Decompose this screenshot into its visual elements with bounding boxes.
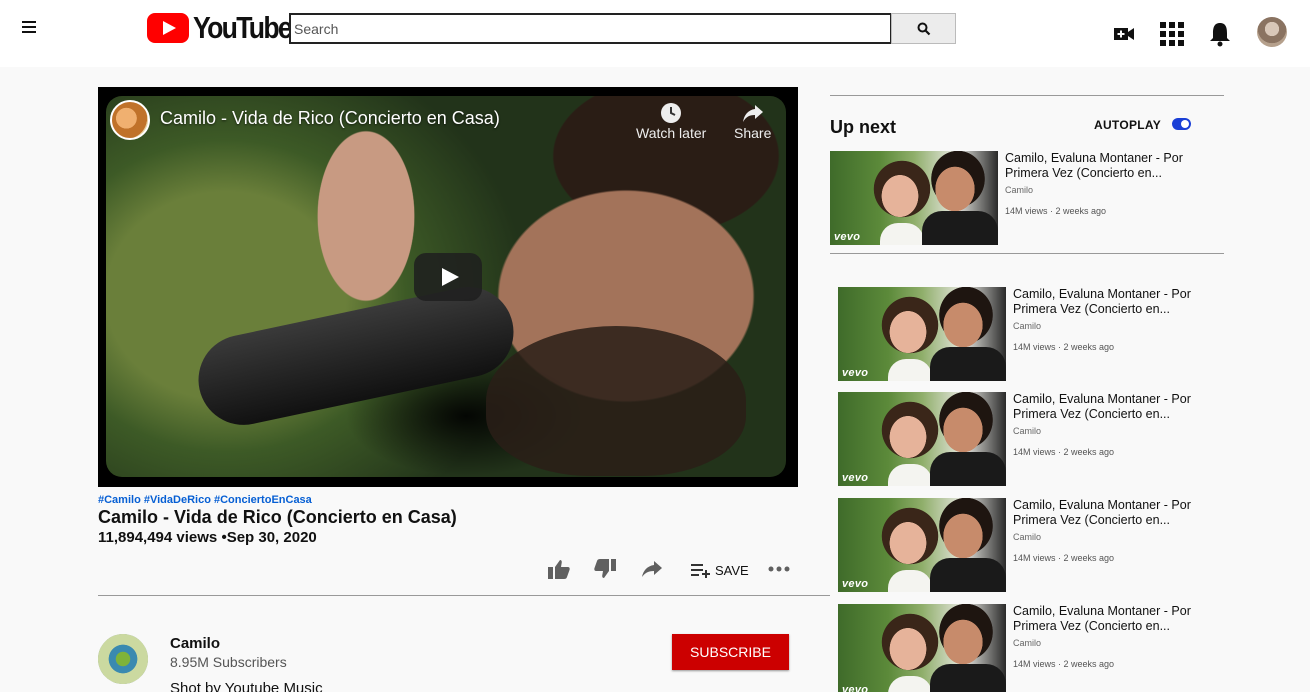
- play-icon[interactable]: [414, 253, 482, 301]
- channel-name[interactable]: Camilo: [170, 635, 220, 652]
- autoplay-label: AUTOPLAY: [1094, 118, 1162, 132]
- share-arrow-icon: [642, 561, 662, 577]
- video-description: Shot by Youtube Music: [170, 680, 323, 692]
- autoplay-toggle[interactable]: [1172, 118, 1191, 130]
- vevo-badge: vevo: [842, 578, 869, 590]
- share-arrow-icon: [742, 105, 763, 122]
- video-thumbnail[interactable]: vevo: [838, 392, 1006, 486]
- video-card-title[interactable]: Camilo, Evaluna Montaner - Por Primera V…: [1013, 604, 1213, 634]
- vevo-badge: vevo: [842, 367, 869, 379]
- video-frame-detail: [486, 326, 746, 476]
- vevo-badge: vevo: [842, 684, 869, 692]
- hashtag-link[interactable]: #VidaDeRico: [144, 494, 211, 506]
- playlist-add-icon: [691, 564, 710, 578]
- video-thumbnail[interactable]: vevo: [830, 151, 998, 245]
- video-card-meta: 14M views · 2 weeks ago: [1013, 447, 1115, 457]
- thumbs-up-icon: [548, 560, 570, 579]
- video-card-meta: 14M views · 2 weeks ago: [1013, 659, 1115, 669]
- video-thumbnail[interactable]: vevo: [838, 498, 1006, 592]
- subscribe-button[interactable]: SUBSCRIBE: [672, 634, 789, 670]
- search-button[interactable]: [891, 13, 956, 44]
- video-card-meta: 14M views · 2 weeks ago: [1013, 342, 1115, 352]
- clock-icon: [661, 103, 682, 123]
- search-icon: [917, 22, 930, 35]
- video-card-channel[interactable]: Camilo: [1013, 321, 1041, 331]
- up-next-heading: Up next: [830, 117, 897, 137]
- view-count-date: 11,894,494 views •Sep 30, 2020: [98, 529, 317, 546]
- user-avatar[interactable]: [1257, 17, 1287, 47]
- hashtags: #Camilo #VidaDeRico #ConciertoEnCasa: [98, 494, 312, 506]
- like-button[interactable]: [548, 559, 570, 579]
- share-action-button[interactable]: [641, 560, 663, 578]
- list-item[interactable]: vevo Camilo, Evaluna Montaner - Por Prim…: [838, 287, 1224, 381]
- divider: [830, 253, 1224, 254]
- vevo-badge: vevo: [834, 231, 861, 243]
- video-card-channel[interactable]: Camilo: [1005, 185, 1033, 195]
- more-horizontal-icon: [768, 566, 790, 572]
- list-item[interactable]: vevo Camilo, Evaluna Montaner - Por Prim…: [838, 498, 1224, 592]
- vevo-badge: vevo: [842, 472, 869, 484]
- watch-later-button[interactable]: Watch later: [636, 101, 706, 141]
- video-frame-microphone: [190, 278, 522, 434]
- save-button[interactable]: SAVE: [691, 562, 749, 578]
- channel-avatar[interactable]: [98, 634, 148, 684]
- top-header: YouTube: [0, 0, 1310, 67]
- share-button[interactable]: Share: [734, 101, 771, 141]
- hashtag-link[interactable]: #Camilo: [98, 494, 141, 506]
- menu-icon[interactable]: [22, 18, 42, 38]
- youtube-logo-icon: [147, 13, 189, 43]
- bell-icon[interactable]: [1209, 21, 1231, 52]
- video-card-meta: 14M views · 2 weeks ago: [1013, 553, 1115, 563]
- video-title: Camilo - Vida de Rico (Concierto en Casa…: [98, 507, 457, 527]
- watch-later-label: Watch later: [636, 125, 707, 141]
- search-input[interactable]: [289, 13, 892, 44]
- video-thumbnail[interactable]: vevo: [838, 287, 1006, 381]
- youtube-logo[interactable]: YouTube: [147, 10, 307, 45]
- logo-text: YouTube: [193, 10, 293, 45]
- video-player[interactable]: Camilo - Vida de Rico (Concierto en Casa…: [98, 87, 798, 487]
- video-card-title[interactable]: Camilo, Evaluna Montaner - Por Primera V…: [1013, 392, 1213, 422]
- video-card-channel[interactable]: Camilo: [1013, 638, 1041, 648]
- video-card-channel[interactable]: Camilo: [1013, 532, 1041, 542]
- dislike-button[interactable]: [594, 559, 616, 579]
- player-channel-avatar[interactable]: [110, 100, 150, 140]
- more-options-button[interactable]: [768, 566, 790, 572]
- video-card-title[interactable]: Camilo, Evaluna Montaner - Por Primera V…: [1013, 287, 1213, 317]
- subscriber-count: 8.95M Subscribers: [170, 654, 287, 670]
- hashtag-link[interactable]: #ConciertoEnCasa: [214, 494, 312, 506]
- share-label: Share: [734, 125, 772, 141]
- list-item[interactable]: vevo Camilo, Evaluna Montaner - Por Prim…: [838, 392, 1224, 486]
- up-next-video[interactable]: vevo Camilo, Evaluna Montaner - Por Prim…: [830, 151, 1224, 245]
- divider: [98, 595, 830, 596]
- video-card-channel[interactable]: Camilo: [1013, 426, 1041, 436]
- list-item[interactable]: vevo Camilo, Evaluna Montaner - Por Prim…: [838, 604, 1224, 692]
- divider: [830, 95, 1224, 96]
- video-thumbnail[interactable]: vevo: [838, 604, 1006, 692]
- player-title[interactable]: Camilo - Vida de Rico (Concierto en Casa…: [160, 108, 500, 129]
- apps-grid-icon[interactable]: [1160, 22, 1184, 51]
- video-card-meta: 14M views · 2 weeks ago: [1005, 206, 1107, 216]
- video-card-title[interactable]: Camilo, Evaluna Montaner - Por Primera V…: [1013, 498, 1213, 528]
- thumbs-down-icon: [594, 559, 616, 578]
- video-card-title[interactable]: Camilo, Evaluna Montaner - Por Primera V…: [1005, 151, 1205, 181]
- save-label: SAVE: [715, 562, 749, 578]
- create-video-icon[interactable]: [1114, 26, 1134, 47]
